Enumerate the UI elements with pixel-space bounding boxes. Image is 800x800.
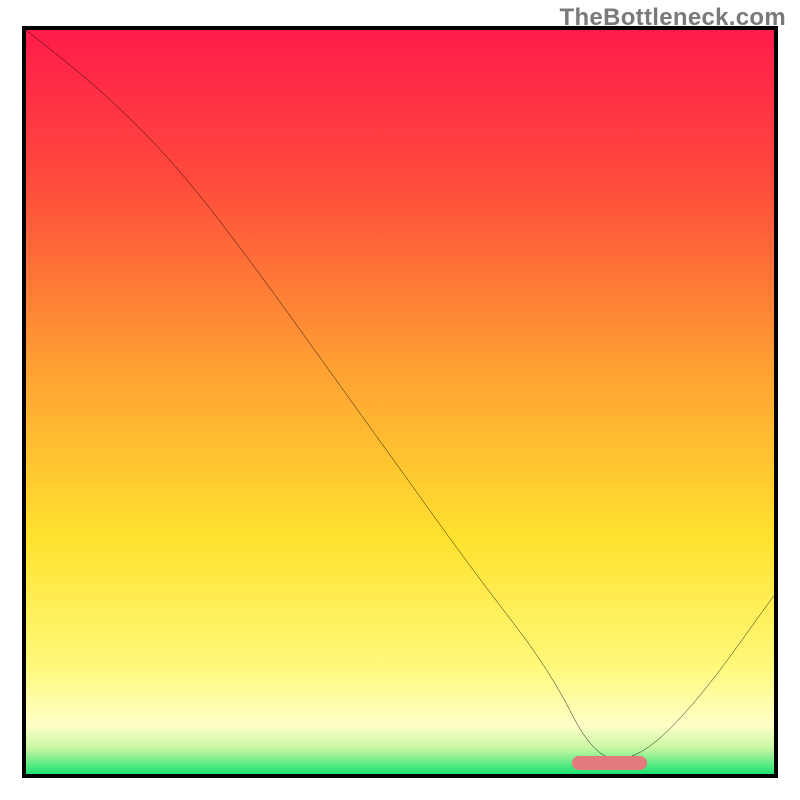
bottleneck-curve (26, 30, 774, 774)
bottleneck-chart: TheBottleneck.com (0, 0, 800, 800)
optimum-band-marker (572, 756, 647, 770)
plot-area (22, 26, 778, 778)
watermark-text: TheBottleneck.com (560, 4, 786, 32)
